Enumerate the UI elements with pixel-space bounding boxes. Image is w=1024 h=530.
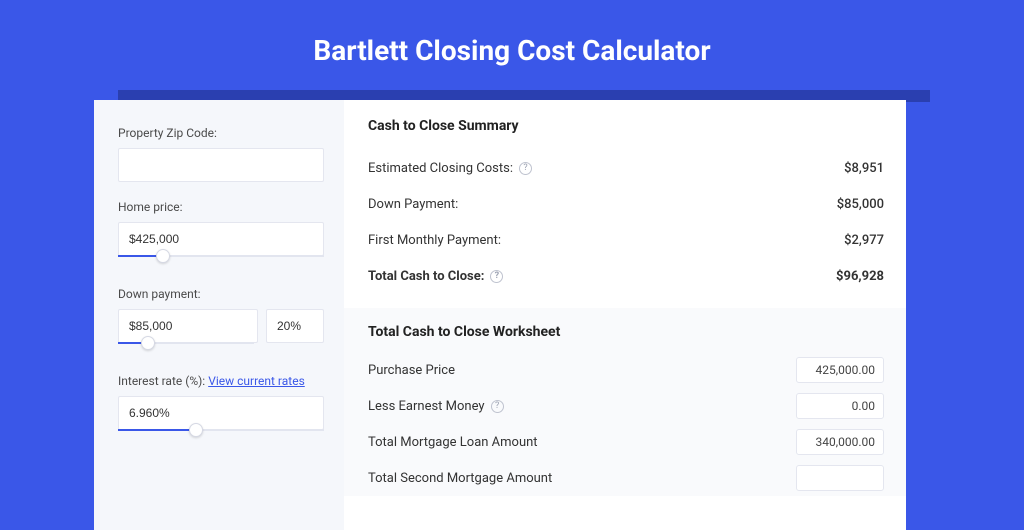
worksheet-rows: Purchase Price 425,000.00 Less Earnest Mon…: [368, 352, 884, 496]
help-icon[interactable]: ?: [490, 270, 503, 283]
summary-rows: Estimated Closing Costs:? $8,951 Down Paym…: [368, 150, 884, 294]
worksheet-row-label: Total Second Mortgage Amount: [368, 471, 552, 486]
down-payment-slider[interactable]: [118, 342, 254, 356]
summary-row-value: $2,977: [844, 233, 884, 248]
summary-row-value: $8,951: [844, 161, 884, 176]
home-price-label: Home price:: [118, 200, 324, 214]
summary-row: Down Payment: $85,000: [368, 186, 884, 222]
interest-group: Interest rate (%): View current rates: [118, 374, 324, 443]
worksheet-row: Purchase Price 425,000.00: [368, 352, 884, 388]
summary-row-label: First Monthly Payment:: [368, 233, 501, 248]
zip-input[interactable]: [118, 148, 324, 182]
worksheet-amount[interactable]: 0.00: [796, 393, 884, 419]
slider-fill: [118, 429, 196, 431]
down-payment-pct-input[interactable]: [266, 309, 324, 343]
down-payment-group: Down payment:: [118, 287, 324, 356]
interest-slider[interactable]: [118, 429, 324, 443]
summary-row-label: Down Payment:: [368, 197, 458, 212]
view-rates-link[interactable]: View current rates: [208, 374, 305, 388]
help-icon[interactable]: ?: [491, 400, 504, 413]
slider-thumb[interactable]: [156, 249, 170, 263]
summary-row-label: Estimated Closing Costs:?: [368, 161, 532, 176]
calculator-card: Property Zip Code: Home price: Down paym…: [94, 100, 906, 530]
home-price-input[interactable]: [118, 222, 324, 256]
zip-label: Property Zip Code:: [118, 126, 324, 140]
worksheet-row: Total Mortgage Loan Amount 340,000.00: [368, 424, 884, 460]
interest-input[interactable]: [118, 396, 324, 430]
summary-title: Cash to Close Summary: [368, 118, 884, 134]
worksheet-panel: Total Cash to Close Worksheet Purchase P…: [344, 308, 906, 496]
summary-row: Estimated Closing Costs:? $8,951: [368, 150, 884, 186]
worksheet-row-label: Less Earnest Money?: [368, 399, 504, 414]
inputs-sidebar: Property Zip Code: Home price: Down paym…: [94, 100, 344, 530]
help-icon[interactable]: ?: [519, 162, 532, 175]
slider-thumb[interactable]: [141, 336, 155, 350]
summary-row-value: $85,000: [837, 197, 884, 212]
home-price-group: Home price:: [118, 200, 324, 269]
summary-row: First Monthly Payment: $2,977: [368, 222, 884, 258]
worksheet-amount[interactable]: 340,000.00: [796, 429, 884, 455]
worksheet-amount[interactable]: 425,000.00: [796, 357, 884, 383]
interest-label-text: Interest rate (%):: [118, 374, 208, 388]
page-title: Bartlett Closing Cost Calculator: [0, 0, 1024, 91]
worksheet-row-label: Purchase Price: [368, 363, 455, 378]
worksheet-row-label: Total Mortgage Loan Amount: [368, 435, 538, 450]
zip-group: Property Zip Code:: [118, 126, 324, 182]
down-payment-label: Down payment:: [118, 287, 324, 301]
summary-row-label: Total Cash to Close:?: [368, 269, 503, 284]
worksheet-row: Less Earnest Money? 0.00: [368, 388, 884, 424]
worksheet-title: Total Cash to Close Worksheet: [368, 324, 884, 340]
home-price-slider[interactable]: [118, 255, 324, 269]
results-panel: Cash to Close Summary Estimated Closing …: [344, 100, 906, 530]
down-payment-input[interactable]: [118, 309, 258, 343]
summary-row: Total Cash to Close:? $96,928: [368, 258, 884, 294]
slider-thumb[interactable]: [189, 423, 203, 437]
worksheet-row: Total Second Mortgage Amount: [368, 460, 884, 496]
summary-row-value: $96,928: [836, 269, 884, 284]
worksheet-amount[interactable]: [796, 465, 884, 491]
interest-label: Interest rate (%): View current rates: [118, 374, 324, 388]
